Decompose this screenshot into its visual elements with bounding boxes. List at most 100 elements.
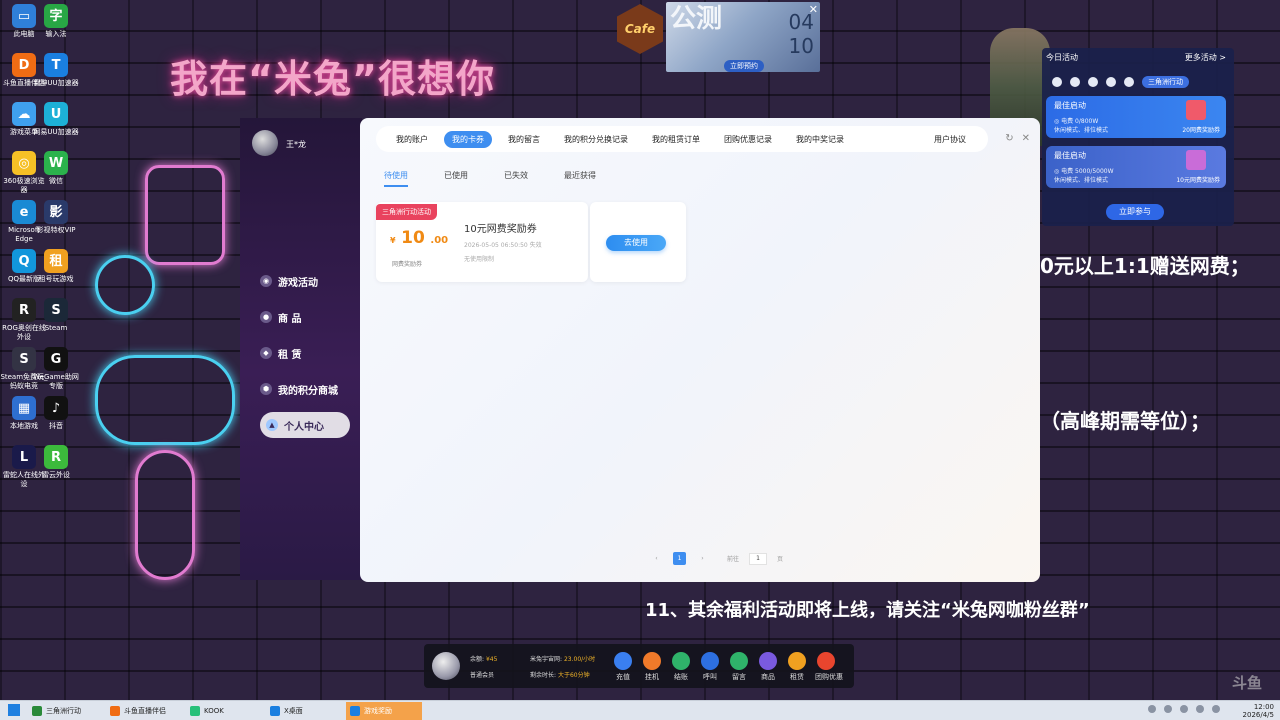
coupon-limit: 无使用限制	[464, 256, 495, 263]
activity-card-reward: 20网费奖励券	[1182, 127, 1220, 134]
game-chip-icon[interactable]	[1088, 77, 1098, 87]
coupon-status-tab[interactable]: 最近获得	[564, 170, 596, 187]
tab-4[interactable]: 我的积分兑换记录	[556, 131, 636, 148]
clock-time: 12:00	[1253, 703, 1274, 711]
gift-icon	[1186, 150, 1206, 170]
join-activity-button[interactable]: 立即参与	[1106, 204, 1164, 220]
refresh-icon[interactable]: ↻	[1005, 133, 1013, 144]
balance-info: 余额: ¥45	[470, 654, 497, 663]
taskbar-app[interactable]: 三角洲行动	[28, 702, 104, 720]
activity-card[interactable]: 最佳启动 ◎ 电费 5000/5000W 休闲模式、排位模式 10元网费奖励券	[1046, 146, 1226, 188]
coupon-card: 三角洲行动活动 ¥ 10 .00 网费奖励券 10元网费奖励券 2026-05-…	[376, 202, 588, 282]
dock-button[interactable]: 团购优惠	[815, 652, 843, 682]
tray-icon[interactable]	[1212, 705, 1220, 713]
desktop-icon[interactable]: R 雷云外设	[32, 445, 80, 480]
taskbar-app-icon	[190, 706, 200, 716]
game-chip-icon[interactable]	[1052, 77, 1062, 87]
user-agreement-link[interactable]: 用户协议	[926, 131, 974, 148]
banner-date: 04 10	[789, 10, 814, 58]
page-number-button[interactable]: 1	[673, 552, 686, 565]
sidebar-item-rental[interactable]: ◆ 租 赁	[260, 341, 360, 365]
dock-button-icon	[643, 652, 661, 670]
app-icon: 字	[44, 4, 68, 28]
use-coupon-button[interactable]: 去使用	[606, 235, 666, 251]
clock[interactable]: 12:00 2026/4/5	[1243, 703, 1274, 719]
avatar[interactable]	[252, 130, 278, 156]
douyu-watermark-logo: 斗鱼	[1231, 674, 1262, 692]
next-page-button[interactable]: ›	[696, 552, 709, 565]
dock-button[interactable]: 结账	[670, 652, 692, 682]
coupon-amount-integer: 10	[401, 228, 425, 248]
coupon-status-tab[interactable]: 已失效	[504, 170, 528, 187]
desktop-icon-label: 抖音	[49, 422, 63, 430]
dock-button-label: 租赁	[790, 673, 804, 681]
prev-page-button[interactable]: ‹	[650, 552, 663, 565]
tray-icon[interactable]	[1180, 705, 1188, 713]
dock-button[interactable]: 租赁	[786, 652, 808, 682]
coupon-status-tab[interactable]: 已使用	[444, 170, 468, 187]
dock-button-label: 商品	[761, 673, 775, 681]
coupon-status-tab[interactable]: 待使用	[384, 170, 408, 187]
banner-close-icon[interactable]: ✕	[809, 3, 818, 16]
sidebar-item-goods[interactable]: ● 商 品	[260, 305, 360, 329]
time-value: 大于60分钟	[557, 672, 590, 679]
points-icon: ⬢	[260, 383, 272, 395]
sidebar-item-personal-center[interactable]: ▲ 个人中心	[260, 412, 350, 438]
desktop-icon[interactable]: ♪ 抖音	[32, 396, 80, 431]
dock-button[interactable]: 充值	[612, 652, 634, 682]
activity-card[interactable]: 最佳启动 ◎ 电费 0/800W 休闲模式、排位模式 20网费奖励券	[1046, 96, 1226, 138]
sidebar-item-label: 租 赁	[278, 349, 302, 361]
game-chip-active[interactable]: 三角洲行动	[1142, 76, 1189, 88]
desktop-icon[interactable]: 字输入法	[32, 4, 80, 39]
dock-button[interactable]: 挂机	[641, 652, 663, 682]
taskbar-app-icon	[350, 706, 360, 716]
dock-button-icon	[788, 652, 806, 670]
tab-1[interactable]: 我的账户	[388, 131, 436, 148]
game-banner-ad[interactable]: 公测 04 10 立即预约 ✕	[666, 2, 820, 72]
dock-button[interactable]: 留言	[728, 652, 750, 682]
coupon-currency: ¥	[390, 236, 396, 245]
desktop-icon[interactable]: G WeGame助网专版	[32, 347, 80, 391]
taskbar-app[interactable]: 斗鱼直播伴侣	[106, 702, 182, 720]
tab-3[interactable]: 我的留言	[500, 131, 548, 148]
goto-page-input[interactable]: 1	[749, 552, 768, 565]
activity-more-link[interactable]: 更多活动 >	[1185, 52, 1226, 63]
tab-2[interactable]: 我的卡券	[444, 130, 492, 148]
gamepad-icon: ◉	[260, 275, 272, 287]
taskbar-app[interactable]: 游戏奖励	[346, 702, 422, 720]
coupon-event-tag: 三角洲行动活动	[376, 204, 437, 220]
close-icon[interactable]: ✕	[1022, 133, 1030, 144]
avatar[interactable]	[432, 652, 460, 680]
desktop-icon[interactable]: S Steam	[32, 298, 80, 333]
dock-button-icon	[701, 652, 719, 670]
username: 王*龙	[286, 140, 306, 149]
windows-start-icon[interactable]	[8, 704, 20, 716]
desktop-icon[interactable]: 租租号玩游戏	[32, 249, 80, 284]
tab-6[interactable]: 团购优惠记录	[716, 131, 780, 148]
game-chip-icon[interactable]	[1106, 77, 1116, 87]
desktop-icon[interactable]: 影影视特权VIP	[32, 200, 80, 235]
sidebar-item-points-mall[interactable]: ⬢ 我的积分商城	[260, 377, 360, 401]
sidebar-item-game-activity[interactable]: ◉ 游戏活动	[260, 269, 360, 293]
page-unit-label: 页	[777, 556, 784, 563]
dock-button[interactable]: 呼叫	[699, 652, 721, 682]
sidebar-item-label: 我的积分商城	[278, 385, 338, 397]
activity-card-reward: 10元网费奖励券	[1176, 177, 1220, 184]
rate-value: 23.00/小时	[563, 656, 596, 663]
tray-icon[interactable]	[1164, 705, 1172, 713]
tray-icon[interactable]	[1148, 705, 1156, 713]
tab-7[interactable]: 我的中奖记录	[788, 131, 852, 148]
user-icon: ▲	[266, 419, 278, 431]
game-chip-icon[interactable]	[1124, 77, 1134, 87]
tray-icon[interactable]	[1196, 705, 1204, 713]
tab-5[interactable]: 我的租赁订单	[644, 131, 708, 148]
game-chip-icon[interactable]	[1070, 77, 1080, 87]
desktop-icon[interactable]: T 雷神UU加速器	[32, 53, 80, 88]
taskbar-app[interactable]: KOOK	[186, 702, 262, 720]
dock-button[interactable]: 商品	[757, 652, 779, 682]
desktop-icon-label: WeGame助网专版	[33, 373, 79, 390]
taskbar-app[interactable]: X桌面	[266, 702, 342, 720]
desktop-icon[interactable]: U 网易UU加速器	[32, 102, 80, 137]
desktop-icon[interactable]: W 微信	[32, 151, 80, 186]
banner-reserve-button[interactable]: 立即预约	[724, 60, 764, 72]
